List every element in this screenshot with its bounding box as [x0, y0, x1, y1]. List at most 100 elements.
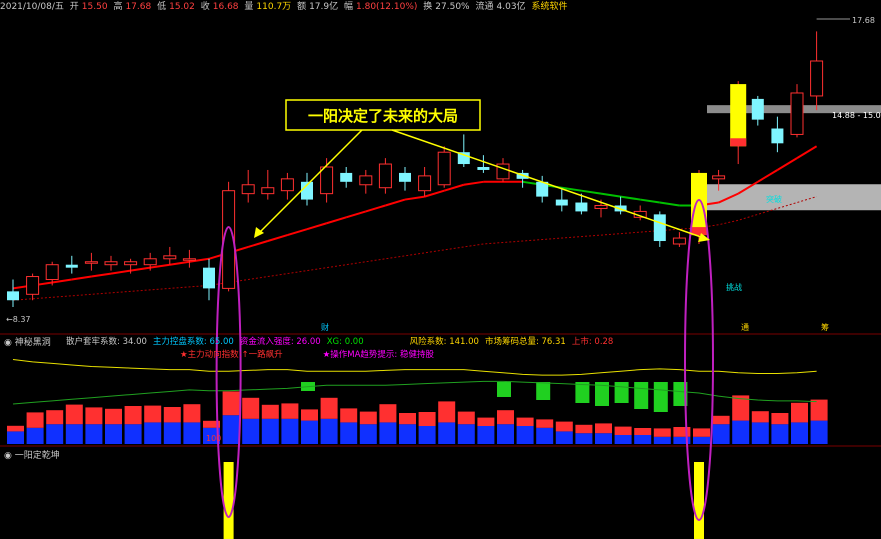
indicator-red-bar	[438, 401, 456, 423]
indicator-red-bar	[281, 403, 299, 419]
candle-body-up	[810, 60, 824, 97]
indicator-volume-bar	[7, 431, 24, 444]
indicator-red-bar	[634, 428, 652, 435]
indicator-red-bar	[653, 428, 671, 437]
indicator-volume-bar	[614, 435, 632, 444]
candle-body-down	[399, 172, 411, 182]
candle-body-up	[437, 151, 451, 186]
candle-body-down	[203, 267, 215, 289]
candle-body-up	[359, 175, 373, 186]
ma-line-segment	[757, 169, 778, 183]
indicator-volume-bar	[85, 424, 103, 444]
indicator-red-bar	[46, 410, 64, 425]
support-label: 11.35 - 12.18	[738, 226, 792, 235]
indicator-red-bar	[751, 411, 769, 423]
indicator-volume-bar	[497, 424, 514, 444]
panel2-stat: 风险系数: 141.00	[409, 337, 479, 347]
indicator-volume-bar	[595, 433, 612, 444]
candle-body-down	[555, 199, 568, 206]
indicator-green-bar	[614, 382, 629, 403]
annotation-text: 一阳决定了未来的大局	[308, 107, 458, 125]
candle-body-up	[320, 166, 334, 195]
price-high-label: 17.68	[852, 16, 875, 25]
candle-body-up	[790, 92, 804, 135]
indicator-red-bar	[163, 407, 181, 423]
resistance-label: 14.88 - 15.02	[832, 111, 881, 120]
indicator-volume-bar	[26, 427, 44, 444]
indicator-red-bar	[105, 408, 122, 425]
indicator-volume-bar	[105, 424, 122, 444]
candle-body-down	[575, 202, 588, 212]
candle-body-up	[182, 258, 196, 261]
indicator-volume-bar	[536, 427, 554, 444]
indicator-volume-bar	[183, 422, 201, 444]
panel3-title: ◉ 一阳定乾坤	[4, 451, 60, 461]
indicator-red-bar	[359, 411, 377, 425]
indicator-volume-bar	[810, 420, 828, 444]
candle-body-up	[124, 261, 138, 266]
ma-line-segment	[326, 216, 347, 225]
breakout-label: 挑战	[726, 282, 742, 292]
candle-body-up	[418, 175, 432, 192]
ma-line-segment	[385, 198, 406, 207]
candle-body-down	[477, 167, 490, 170]
ma-line-segment	[287, 228, 308, 237]
candle-body-base	[730, 138, 747, 147]
candle-body-up	[378, 163, 392, 189]
panel2-stat: 上市: 0.28	[571, 337, 614, 347]
indicator-red-bar	[575, 424, 593, 434]
indicator-red-bar	[7, 425, 24, 432]
indicator-volume-bar	[516, 426, 534, 444]
candle-body-down	[653, 214, 666, 242]
indicator-red-bar	[183, 404, 201, 423]
candle-body-up	[261, 187, 275, 195]
panel2-stats: 散户套牢系数: 34.00 主力控盘系数: 65.00 资金流入强度: 26.00 X…	[66, 335, 619, 347]
ma-line-segment	[365, 204, 386, 213]
candle-body-up	[712, 175, 726, 180]
indicator-green-bar	[653, 382, 668, 412]
indicator-volume-bar	[124, 424, 142, 444]
ma-line-segment	[581, 189, 602, 195]
ma-line-segment	[130, 266, 151, 272]
indicator-red-bar	[477, 417, 495, 426]
ma-line-segment	[796, 145, 818, 159]
candle-body-up	[143, 258, 157, 266]
indicator-volume-bar	[399, 424, 416, 444]
ma-line-segment	[71, 275, 92, 281]
indicator-red-bar	[124, 406, 142, 425]
candle-body-down	[751, 98, 764, 120]
ma-line-segment	[306, 222, 327, 231]
ma-line-segment	[424, 189, 445, 198]
indicator-volume-bar	[438, 422, 456, 444]
indicator-volume-bar	[281, 418, 299, 444]
indicator-volume-bar	[457, 424, 475, 444]
panel2-signals: ★主力动向指数:↑一路飙升 ★操作MA趋势提示: 稳健持股	[180, 348, 474, 360]
ma-line-segment	[404, 195, 425, 201]
indicator-volume-bar	[575, 433, 593, 444]
ma-line-segment	[776, 157, 798, 171]
indicator-volume-bar	[261, 418, 279, 444]
indicator-red-bar	[771, 413, 789, 425]
candle-body-down	[771, 128, 784, 144]
panel2-stat: 资金流入强度: 26.00	[239, 337, 321, 347]
indicator-volume-bar	[418, 426, 436, 444]
indicator-volume-bar	[163, 422, 181, 444]
signal-bar	[223, 462, 234, 539]
indicator-volume-bar	[732, 420, 750, 444]
indicator-volume-bar	[222, 415, 240, 444]
panel2-signal: ★操作MA趋势提示: 稳健持股	[322, 350, 434, 360]
indicator-volume-bar	[340, 422, 358, 444]
candle-body-up	[104, 261, 118, 266]
candlestick-chart[interactable]: 一阳决定了未来的大局 17.68 ←8.37 14.88 - 15.02 11.35 -…	[0, 0, 881, 539]
candle-body-up	[163, 255, 177, 260]
indicator-red-bar	[242, 397, 260, 419]
indicator-red-bar	[457, 411, 475, 425]
indicator-volume-bar	[791, 422, 808, 444]
indicator-volume-bar	[242, 418, 260, 444]
candle-body-up	[45, 264, 59, 281]
indicator-volume-bar	[751, 422, 769, 444]
price-low-label: ←8.37	[6, 315, 31, 324]
indicator-red-bar	[301, 409, 318, 421]
candle-body-up	[672, 237, 686, 245]
signal-bar	[694, 462, 704, 539]
